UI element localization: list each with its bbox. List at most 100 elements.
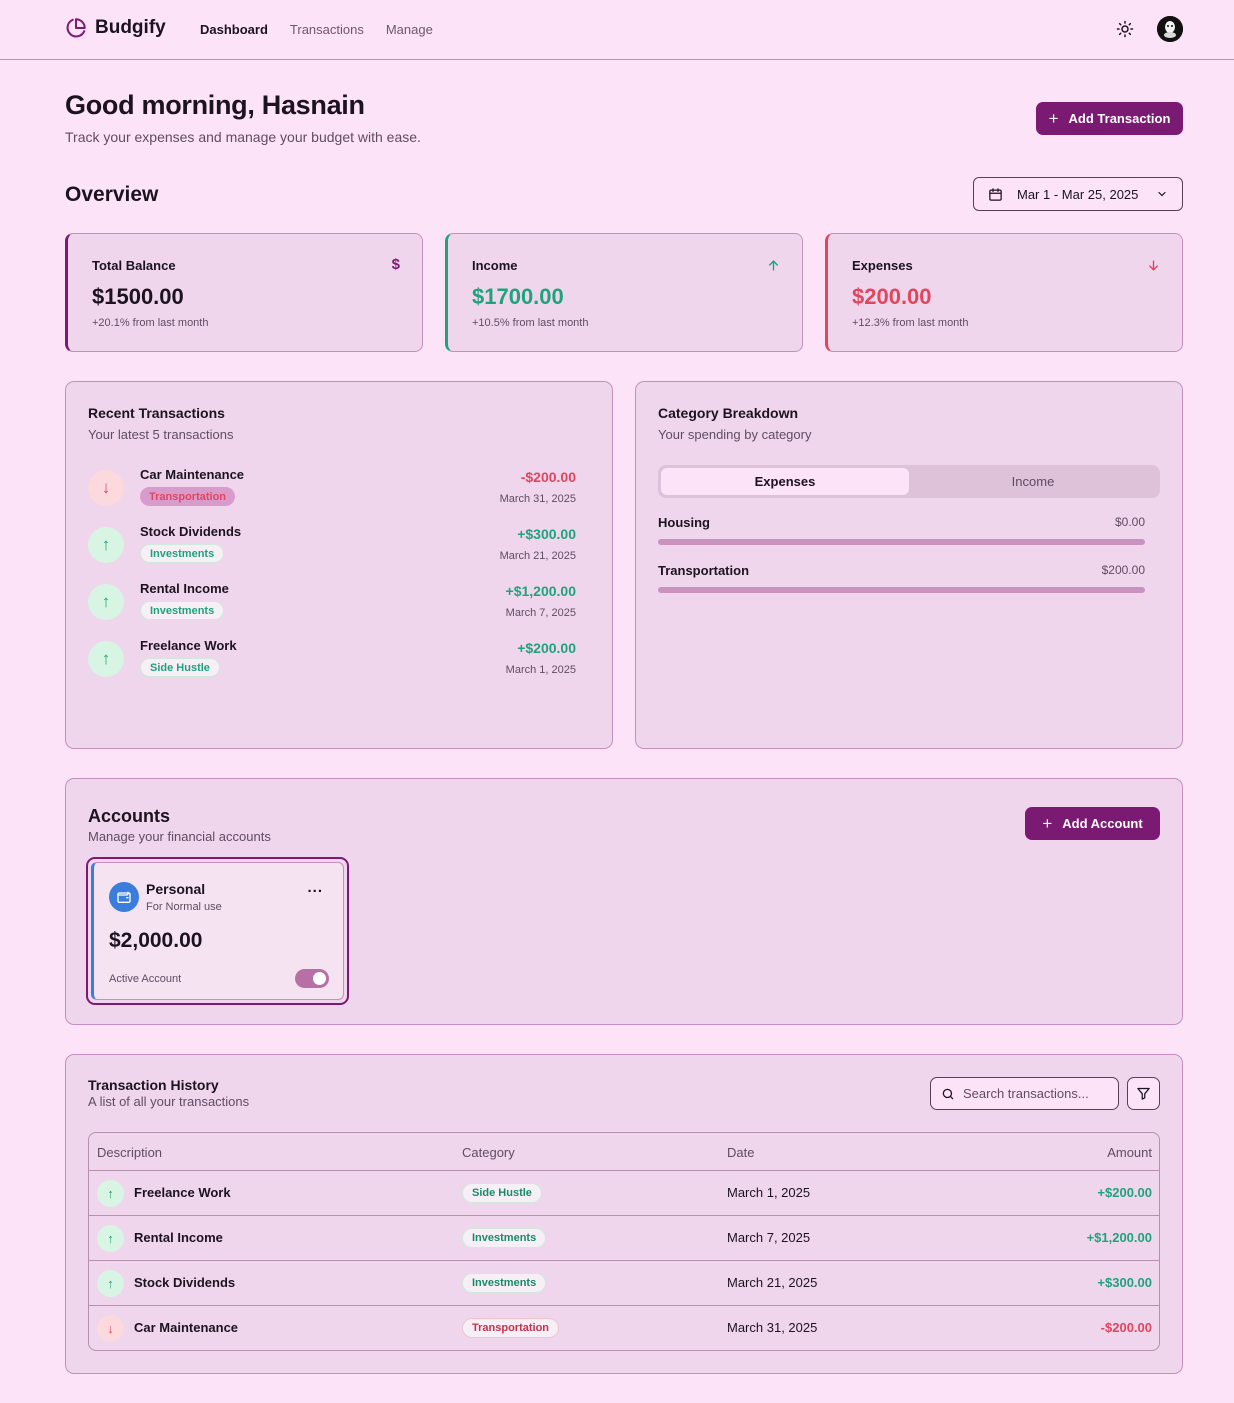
dollar-icon: $ xyxy=(391,256,400,273)
arrow-down-icon: ↓ xyxy=(88,470,124,506)
app-name: Budgify xyxy=(95,17,166,38)
pie-chart-icon xyxy=(66,18,86,38)
table-row[interactable]: ↑ Rental Income Investments March 7, 202… xyxy=(89,1216,1159,1261)
row-amount: +$1,200.00 xyxy=(1086,1230,1152,1245)
list-item[interactable]: ↑ Freelance Work Side Hustle +$200.00 Ma… xyxy=(88,638,576,684)
category-badge: Transportation xyxy=(140,487,236,506)
add-transaction-label: Add Transaction xyxy=(1068,111,1171,126)
category-progress-bar xyxy=(658,539,1145,545)
category-badge: Side Hustle xyxy=(462,1183,542,1203)
row-description: Freelance Work xyxy=(134,1185,231,1200)
arrow-up-icon: ↑ xyxy=(97,1225,124,1252)
filter-button[interactable] xyxy=(1127,1077,1160,1110)
stat-label: Income xyxy=(472,258,518,273)
panel-subtitle: Manage your financial accounts xyxy=(88,829,271,844)
row-amount: +$300.00 xyxy=(1097,1275,1152,1290)
category-progress-bar xyxy=(658,587,1145,593)
top-navigation: Budgify Dashboard Transactions Manage xyxy=(0,0,1234,60)
column-header-amount[interactable]: Amount xyxy=(1107,1145,1152,1160)
list-item[interactable]: ↑ Stock Dividends Investments +$300.00 M… xyxy=(88,524,576,570)
stat-value: $1700.00 xyxy=(472,284,564,309)
transaction-name: Car Maintenance xyxy=(140,467,245,482)
transaction-date: March 7, 2025 xyxy=(505,607,576,619)
date-range-value: Mar 1 - Mar 25, 2025 xyxy=(1017,186,1139,202)
list-item[interactable]: ↑ Rental Income Investments +$1,200.00 M… xyxy=(88,581,576,627)
row-amount: -$200.00 xyxy=(1100,1320,1152,1335)
plus-icon: + xyxy=(1048,109,1059,128)
nav-link-dashboard[interactable]: Dashboard xyxy=(200,22,268,37)
avatar[interactable] xyxy=(1157,16,1183,42)
transaction-amount: +$1,200.00 xyxy=(505,583,576,599)
arrow-up-icon: ↑ xyxy=(88,641,124,677)
stat-note: +12.3% from last month xyxy=(852,317,969,329)
row-date: March 31, 2025 xyxy=(727,1320,818,1335)
panel-title: Accounts xyxy=(88,806,171,826)
search-input[interactable] xyxy=(963,1086,1103,1101)
category-badge: Investments xyxy=(140,601,225,620)
total-balance-card: Total Balance $ $1500.00 +20.1% from las… xyxy=(65,233,423,352)
list-item[interactable]: ↓ Car Maintenance Transportation -$200.0… xyxy=(88,467,576,513)
tab-income[interactable]: Income xyxy=(909,468,1157,495)
nav-link-transactions[interactable]: Transactions xyxy=(290,22,364,37)
recent-transactions-panel: Recent Transactions Your latest 5 transa… xyxy=(65,381,613,749)
category-amount: $0.00 xyxy=(1114,515,1145,529)
add-transaction-button[interactable]: + Add Transaction xyxy=(1036,102,1183,135)
income-card: Income $1700.00 +10.5% from last month xyxy=(445,233,803,352)
stat-label: Expenses xyxy=(852,258,913,273)
column-header-date[interactable]: Date xyxy=(727,1145,754,1160)
sun-icon[interactable] xyxy=(1116,20,1134,38)
more-options-icon[interactable]: ... xyxy=(307,879,323,896)
column-header-category[interactable]: Category xyxy=(462,1145,515,1160)
panel-title: Transaction History xyxy=(88,1077,219,1093)
panel-subtitle: Your latest 5 transactions xyxy=(88,427,234,442)
search-icon xyxy=(942,1088,954,1099)
transaction-date: March 21, 2025 xyxy=(499,550,576,562)
arrow-down-icon xyxy=(1149,260,1158,271)
arrow-up-icon xyxy=(769,260,778,271)
category-badge: Investments xyxy=(462,1273,547,1293)
arrow-up-icon: ↑ xyxy=(97,1180,124,1207)
chevron-down-icon xyxy=(1158,191,1166,197)
date-range-picker[interactable]: Mar 1 - Mar 25, 2025 xyxy=(973,177,1183,211)
account-active-toggle[interactable] xyxy=(295,969,329,988)
table-row[interactable]: ↓ Car Maintenance Transportation March 3… xyxy=(89,1306,1159,1350)
page-title: Good morning, Hasnain xyxy=(65,90,365,120)
tab-expenses[interactable]: Expenses xyxy=(661,468,909,495)
expenses-card: Expenses $200.00 +12.3% from last month xyxy=(825,233,1183,352)
category-row-housing: Housing $0.00 xyxy=(658,515,1145,545)
stat-label: Total Balance xyxy=(92,258,176,273)
category-badge: Investments xyxy=(140,544,225,563)
transaction-date: March 31, 2025 xyxy=(499,493,576,505)
stat-value: $1500.00 xyxy=(92,284,184,309)
nav-link-manage[interactable]: Manage xyxy=(386,22,433,37)
category-badge: Side Hustle xyxy=(140,658,220,677)
row-date: March 7, 2025 xyxy=(727,1230,811,1245)
app-logo[interactable]: Budgify xyxy=(65,17,166,39)
arrow-up-icon: ↑ xyxy=(97,1270,124,1297)
row-date: March 21, 2025 xyxy=(727,1275,818,1290)
account-description: For Normal use xyxy=(146,901,222,913)
search-box xyxy=(930,1077,1119,1110)
table-row[interactable]: ↑ Freelance Work Side Hustle March 1, 20… xyxy=(89,1171,1159,1216)
column-header-description[interactable]: Description xyxy=(97,1145,162,1160)
transaction-history-panel: Transaction History A list of all your t… xyxy=(65,1054,1183,1374)
category-name: Housing xyxy=(658,515,710,530)
row-description: Rental Income xyxy=(134,1230,223,1245)
arrow-up-icon: ↑ xyxy=(88,584,124,620)
wallet-icon xyxy=(109,882,139,912)
user-avatar-icon xyxy=(1157,16,1183,42)
calendar-icon xyxy=(989,187,1002,201)
add-account-label: Add Account xyxy=(1062,816,1143,831)
plus-icon: + xyxy=(1042,814,1053,833)
row-date: March 1, 2025 xyxy=(727,1185,811,1200)
table-row[interactable]: ↑ Stock Dividends Investments March 21, … xyxy=(89,1261,1159,1306)
filter-icon xyxy=(1137,1087,1150,1100)
stat-note: +10.5% from last month xyxy=(472,317,589,329)
category-tabs: Expenses Income xyxy=(658,465,1160,498)
account-card[interactable]: Personal For Normal use ... $2,000.00 Ac… xyxy=(86,857,349,1005)
page-subtitle: Track your expenses and manage your budg… xyxy=(65,129,421,145)
transaction-amount: -$200.00 xyxy=(520,469,576,485)
row-description: Stock Dividends xyxy=(134,1275,236,1290)
account-card-body: Personal For Normal use ... $2,000.00 Ac… xyxy=(91,862,344,1000)
add-account-button[interactable]: + Add Account xyxy=(1025,807,1160,840)
